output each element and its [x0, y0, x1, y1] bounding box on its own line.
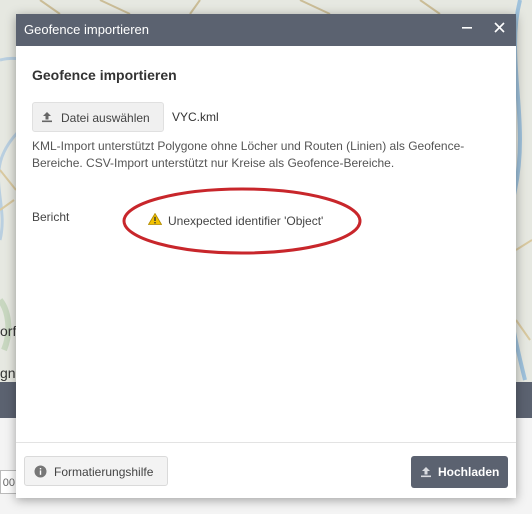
info-icon	[34, 465, 47, 478]
choose-file-label: Datei auswählen	[61, 111, 150, 125]
report-label: Bericht	[32, 210, 70, 224]
dialog-titlebar: Geofence importieren	[16, 14, 516, 46]
close-icon	[493, 22, 505, 33]
minimize-icon	[462, 27, 472, 29]
upload-icon	[42, 112, 52, 123]
selected-file-name: VYC.kml	[172, 110, 219, 124]
upload-icon	[421, 467, 431, 478]
map-label: gn	[0, 365, 16, 381]
map-label: orf	[0, 323, 17, 339]
formatting-help-label: Formatierungshilfe	[54, 465, 154, 479]
choose-file-button[interactable]: Datei auswählen	[32, 102, 164, 132]
upload-label: Hochladen	[438, 465, 500, 479]
minimize-button[interactable]	[456, 18, 478, 40]
import-info-text: KML-Import unterstützt Polygone ohne Löc…	[32, 139, 465, 170]
geofence-import-dialog: Geofence importieren Geofence importiere…	[16, 14, 516, 498]
annotation-ellipse	[122, 187, 362, 255]
dialog-heading: Geofence importieren	[32, 67, 177, 83]
close-button[interactable]	[488, 18, 510, 40]
footer-divider	[16, 442, 516, 443]
dialog-title: Geofence importieren	[24, 22, 150, 37]
upload-button[interactable]: Hochladen	[411, 456, 508, 488]
formatting-help-button[interactable]: Formatierungshilfe	[24, 456, 168, 486]
